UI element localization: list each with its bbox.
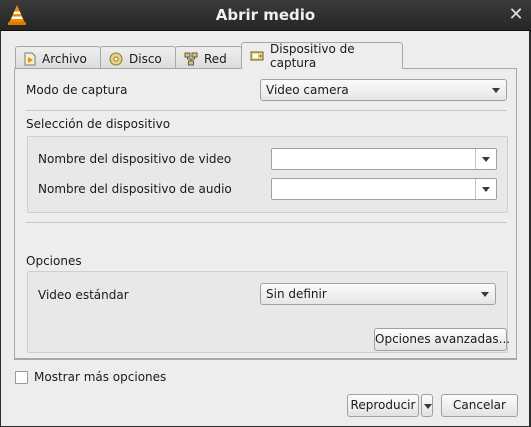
close-icon[interactable]: ✕ [506,5,526,25]
video-device-dropdown-button[interactable] [475,149,496,169]
capture-mode-value: Video camera [266,83,349,97]
play-button[interactable]: Reproducir [347,394,419,417]
video-standard-value: Sin definir [266,287,327,301]
video-device-label: Nombre del dispositivo de video [38,152,232,166]
tab-archivo[interactable]: Archivo [15,46,101,68]
video-standard-dropdown[interactable]: Sin definir [260,283,496,305]
tab-red[interactable]: Red [175,46,242,68]
capture-mode-dropdown[interactable]: Video camera [260,79,507,101]
chevron-down-icon [492,88,500,93]
device-selection-heading: Selección de dispositivo [26,117,171,131]
chevron-down-icon [481,292,489,297]
capture-device-panel: Modo de captura Video camera Selección d… [14,68,517,359]
capture-mode-label: Modo de captura [26,83,128,97]
device-selection-group: Nombre del dispositivo de video Nombre d… [27,136,508,213]
play-options-dropdown-button[interactable] [421,394,433,417]
cancel-button[interactable]: Cancelar [441,394,518,417]
disc-icon [109,52,123,65]
tab-disco[interactable]: Disco [100,46,176,68]
network-icon [184,52,198,65]
video-standard-label: Video estándar [38,288,129,302]
divider [14,359,517,360]
tab-dispositivo-captura[interactable]: Dispositivo de captura [241,42,403,70]
audio-device-label: Nombre del dispositivo de audio [38,182,232,196]
chevron-down-icon [424,404,432,409]
video-device-combobox[interactable] [271,148,497,170]
window-title: Abrir medio [215,6,316,24]
audio-device-dropdown-button[interactable] [475,179,496,199]
chevron-down-icon [482,157,490,162]
tab-label: Disco [129,51,162,66]
audio-device-combobox[interactable] [271,178,497,200]
tab-label: Archivo [42,51,87,66]
advanced-options-button[interactable]: Opciones avanzadas... [374,328,510,351]
capture-device-icon [250,51,264,61]
title-bar: Abrir medio ✕ [0,0,531,31]
options-heading: Opciones [26,254,82,268]
chevron-down-icon [482,187,490,192]
file-icon [24,52,36,65]
tab-label: Dispositivo de captura [270,42,355,70]
tab-label: Red [204,51,227,66]
divider [26,222,507,223]
show-more-options-label[interactable]: Mostrar más opciones [34,370,166,384]
dialog-body: Archivo Disco Red Dispositivo de captura… [1,31,529,426]
divider [26,110,507,111]
show-more-options-checkbox[interactable] [15,371,28,384]
